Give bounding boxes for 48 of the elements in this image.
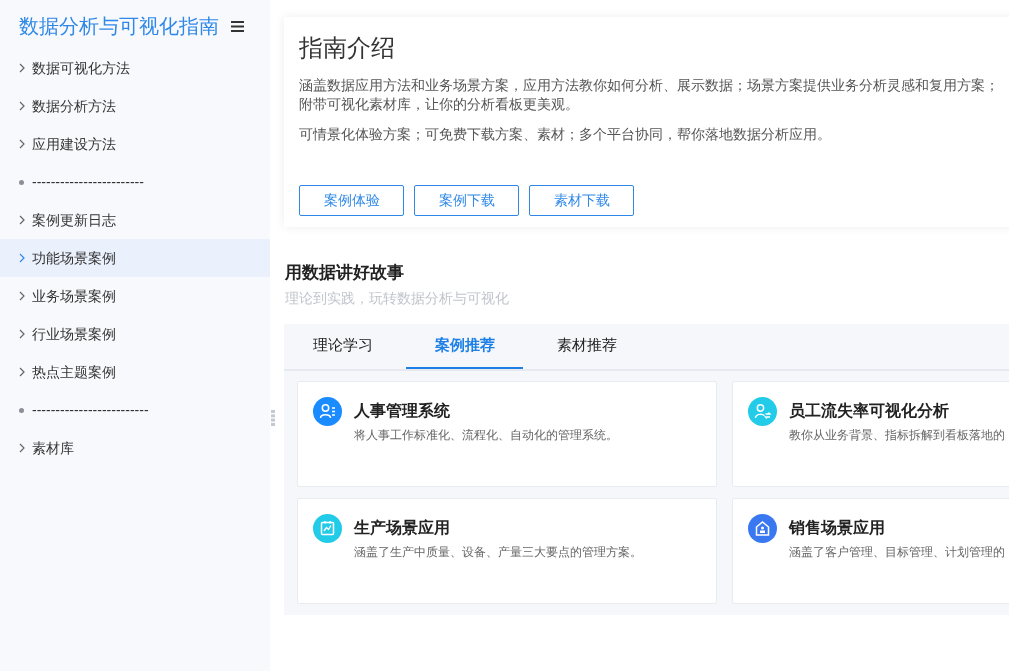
card-description: 教你从业务背景、指标拆解到看板落地的 <box>789 427 1005 443</box>
card-description: 将人事工作标准化、流程化、自动化的管理系统。 <box>354 427 618 443</box>
card-description: 涵盖了生产中质量、设备、产量三大要点的管理方案。 <box>354 544 642 560</box>
card-description: 涵盖了客户管理、目标管理、计划管理的 <box>789 544 1005 560</box>
intro-title: 指南介绍 <box>299 33 395 63</box>
tab[interactable]: 素材推荐 <box>528 324 645 369</box>
chevron-icon <box>19 443 25 453</box>
bullet-icon <box>19 179 24 185</box>
sidebar-item[interactable]: 应用建设方法 <box>0 125 270 163</box>
chevron-icon <box>19 291 25 301</box>
card-title: 销售场景应用 <box>789 518 885 538</box>
card-title: 人事管理系统 <box>354 401 450 421</box>
card-title: 员工流失率可视化分析 <box>789 401 949 421</box>
section-title: 用数据讲好故事 <box>285 262 404 284</box>
sidebar-item[interactable]: 行业场景案例 <box>0 315 270 353</box>
separator-item: ------------------------- <box>0 391 270 429</box>
chevron-icon <box>19 63 25 73</box>
demo-button[interactable]: 案例体验 <box>299 185 404 216</box>
card-title: 生产场景应用 <box>354 518 450 538</box>
chevron-icon <box>19 101 25 111</box>
chevron-icon <box>19 215 25 225</box>
sidebar-item[interactable]: 素材库 <box>0 429 270 467</box>
drag-handle-icon[interactable] <box>271 410 275 426</box>
chevron-icon <box>19 329 25 339</box>
section-subtitle: 理论到实践，玩转数据分析与可视化 <box>285 289 509 308</box>
bullet-icon <box>19 407 24 413</box>
sidebar-item[interactable]: 数据可视化方法 <box>0 49 270 87</box>
chevron-icon <box>19 253 25 263</box>
chevron-icon <box>19 139 25 149</box>
chevron-icon <box>19 367 25 377</box>
sidebar-item[interactable]: 热点主题案例 <box>0 353 270 391</box>
sidebar-item[interactable]: 案例更新日志 <box>0 201 270 239</box>
intro-paragraph: 可情景化体验方案；可免费下载方案、素材；多个平台协同，帮你落地数据分析应用。 <box>299 125 832 144</box>
sidebar-item[interactable]: 功能场景案例 <box>0 239 270 277</box>
sidebar-item[interactable]: 业务场景案例 <box>0 277 270 315</box>
sidebar-item[interactable]: 数据分析方法 <box>0 87 270 125</box>
tab[interactable]: 案例推荐 <box>406 324 523 369</box>
case-card[interactable]: 员工流失率可视化分析 教你从业务背景、指标拆解到看板落地的 <box>732 381 1009 487</box>
sidebar-title: 数据分析与可视化指南 <box>19 14 219 39</box>
separator-item: ------------------------ <box>0 163 270 201</box>
tab[interactable]: 理论学习 <box>284 324 401 369</box>
material-download-button[interactable]: 素材下载 <box>529 185 634 216</box>
case-card[interactable]: 人事管理系统 将人事工作标准化、流程化、自动化的管理系统。 <box>297 381 717 487</box>
menu-icon[interactable] <box>231 20 244 32</box>
intro-paragraph: 涵盖数据应用方法和业务场景方案，应用方法教你如何分析、展示数据；场景方案提供业务分析灵感和复用方案；附带可视化素材库，让你的分析看板更美观。 <box>299 76 1000 114</box>
case-card[interactable]: 生产场景应用 涵盖了生产中质量、设备、产量三大要点的管理方案。 <box>297 498 717 604</box>
case-download-button[interactable]: 案例下载 <box>414 185 519 216</box>
case-card[interactable]: 销售场景应用 涵盖了客户管理、目标管理、计划管理的 <box>732 498 1009 604</box>
